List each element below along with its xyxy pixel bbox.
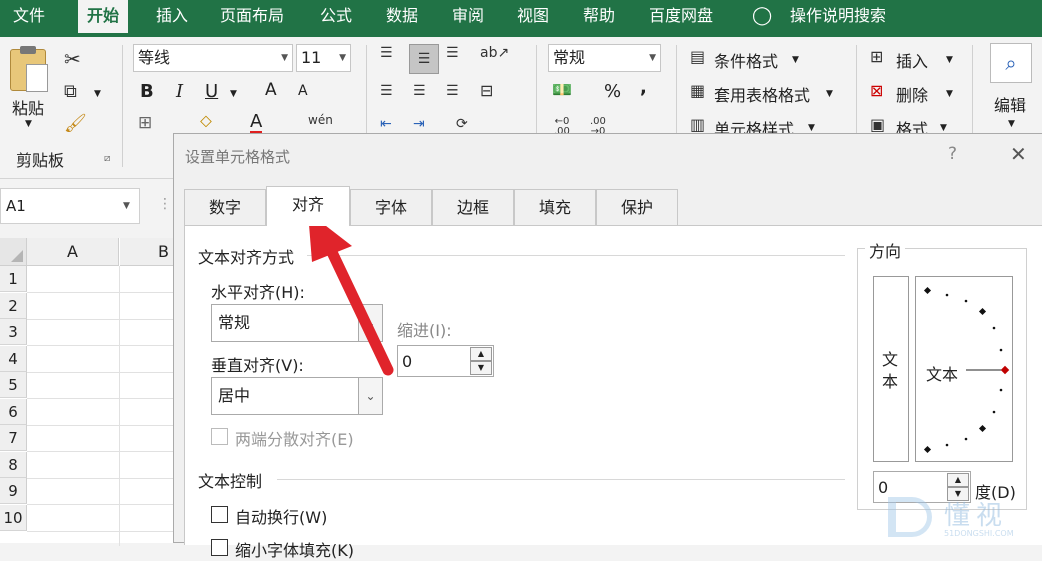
watermark: 懂视 51DONGSHI.COM xyxy=(888,495,1038,543)
tab-alignment[interactable]: 对齐 xyxy=(266,186,350,226)
watermark-brand: 懂视 xyxy=(944,501,1009,531)
red-arrow-annotation xyxy=(308,212,394,376)
watermark-logo-icon xyxy=(888,497,932,537)
watermark-url: 51DONGSHI.COM xyxy=(944,529,1014,538)
